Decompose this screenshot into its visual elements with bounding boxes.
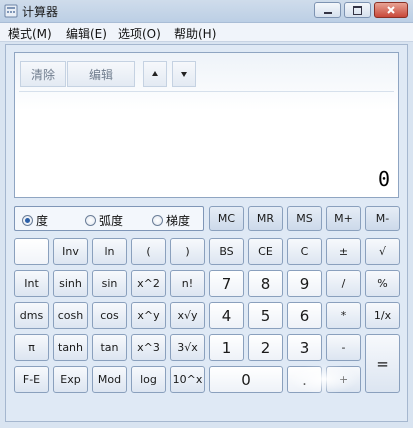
tanh-button[interactable]: tanh <box>53 334 88 361</box>
radio-gradians[interactable]: 梯度 <box>152 212 190 229</box>
ce-button[interactable]: CE <box>248 238 283 265</box>
digit-0-button[interactable]: 0 <box>209 366 283 393</box>
digit-9-button[interactable]: 9 <box>287 270 322 297</box>
minimize-button[interactable] <box>314 2 341 18</box>
cos-button[interactable]: cos <box>92 302 127 329</box>
digit-6-button[interactable]: 6 <box>287 302 322 329</box>
equals-button[interactable]: = <box>365 334 400 393</box>
square-button[interactable]: x^2 <box>131 270 166 297</box>
minimize-icon <box>323 11 332 14</box>
percent-button[interactable]: % <box>365 270 400 297</box>
display-value: 0 <box>377 167 390 191</box>
digit-3-button[interactable]: 3 <box>287 334 322 361</box>
cosh-button[interactable]: cosh <box>53 302 88 329</box>
close-icon <box>387 6 395 14</box>
degrees-label: 度 <box>36 214 49 228</box>
m-plus-button[interactable]: M+ <box>326 206 361 231</box>
backspace-button[interactable]: BS <box>209 238 244 265</box>
title-bar: 计算器 <box>0 0 413 23</box>
negate-button[interactable]: ± <box>326 238 361 265</box>
cube-button[interactable]: x^3 <box>131 334 166 361</box>
edit-history-button[interactable]: 编辑 <box>67 61 135 87</box>
ln-button[interactable]: ln <box>92 238 127 265</box>
reciprocal-button[interactable]: 1/x <box>365 302 400 329</box>
sqrt-button[interactable]: √ <box>365 238 400 265</box>
arrow-up-icon <box>152 71 158 76</box>
display-panel: 清除 编辑 0 <box>14 52 399 198</box>
subtract-button[interactable]: - <box>326 334 361 361</box>
c-button[interactable]: C <box>287 238 322 265</box>
maximize-icon <box>353 5 362 15</box>
radio-degrees[interactable]: 度 <box>22 212 48 229</box>
mc-button[interactable]: MC <box>209 206 244 231</box>
digit-2-button[interactable]: 2 <box>248 334 283 361</box>
radio-selected-icon <box>22 215 33 226</box>
ms-button[interactable]: MS <box>287 206 322 231</box>
pi-button[interactable]: π <box>14 334 49 361</box>
history-down-button[interactable] <box>172 61 196 87</box>
close-button[interactable] <box>374 2 408 18</box>
power-button[interactable]: x^y <box>131 302 166 329</box>
digit-4-button[interactable]: 4 <box>209 302 244 329</box>
decimal-button[interactable]: . <box>287 366 322 393</box>
int-button[interactable]: Int <box>14 270 49 297</box>
dms-button[interactable]: dms <box>14 302 49 329</box>
mod-button[interactable]: Mod <box>92 366 127 393</box>
digit-1-button[interactable]: 1 <box>209 334 244 361</box>
cube-root-button[interactable]: 3√x <box>170 334 205 361</box>
calculator-icon <box>4 4 18 18</box>
menu-options[interactable]: 选项(O) <box>118 25 161 42</box>
exp-button[interactable]: Exp <box>53 366 88 393</box>
fe-button[interactable]: F-E <box>14 366 49 393</box>
radio-empty-icon <box>85 215 96 226</box>
menu-bar: 模式(M) 编辑(E) 选项(O) 帮助(H) <box>0 23 413 42</box>
history-up-button[interactable] <box>143 61 167 87</box>
window-title: 计算器 <box>22 5 59 19</box>
menu-mode[interactable]: 模式(M) <box>8 25 52 42</box>
sin-button[interactable]: sin <box>92 270 127 297</box>
clear-history-button[interactable]: 清除 <box>20 61 66 87</box>
factorial-button[interactable]: n! <box>170 270 205 297</box>
m-minus-button[interactable]: M- <box>365 206 400 231</box>
ten-power-button[interactable]: 10^x <box>170 366 205 393</box>
sinh-button[interactable]: sinh <box>53 270 88 297</box>
close-paren-button[interactable]: ) <box>170 238 205 265</box>
radio-radians[interactable]: 弧度 <box>85 212 123 229</box>
menu-help[interactable]: 帮助(H) <box>174 25 216 42</box>
divide-button[interactable]: / <box>326 270 361 297</box>
radians-label: 弧度 <box>99 214 124 228</box>
open-paren-button[interactable]: ( <box>131 238 166 265</box>
tan-button[interactable]: tan <box>92 334 127 361</box>
gradians-label: 梯度 <box>166 214 191 228</box>
display-divider <box>19 91 394 92</box>
angle-mode-group: 度 弧度 梯度 <box>14 206 204 231</box>
inv-button[interactable]: Inv <box>53 238 88 265</box>
maximize-button[interactable] <box>344 2 371 18</box>
log-button[interactable]: log <box>131 366 166 393</box>
radio-empty-icon <box>152 215 163 226</box>
digit-5-button[interactable]: 5 <box>248 302 283 329</box>
blank-key[interactable] <box>14 238 49 265</box>
root-y-button[interactable]: x√y <box>170 302 205 329</box>
arrow-down-icon <box>181 72 187 77</box>
mr-button[interactable]: MR <box>248 206 283 231</box>
menu-edit[interactable]: 编辑(E) <box>66 25 107 42</box>
multiply-button[interactable]: * <box>326 302 361 329</box>
digit-8-button[interactable]: 8 <box>248 270 283 297</box>
digit-7-button[interactable]: 7 <box>209 270 244 297</box>
add-button[interactable]: + <box>326 366 361 393</box>
